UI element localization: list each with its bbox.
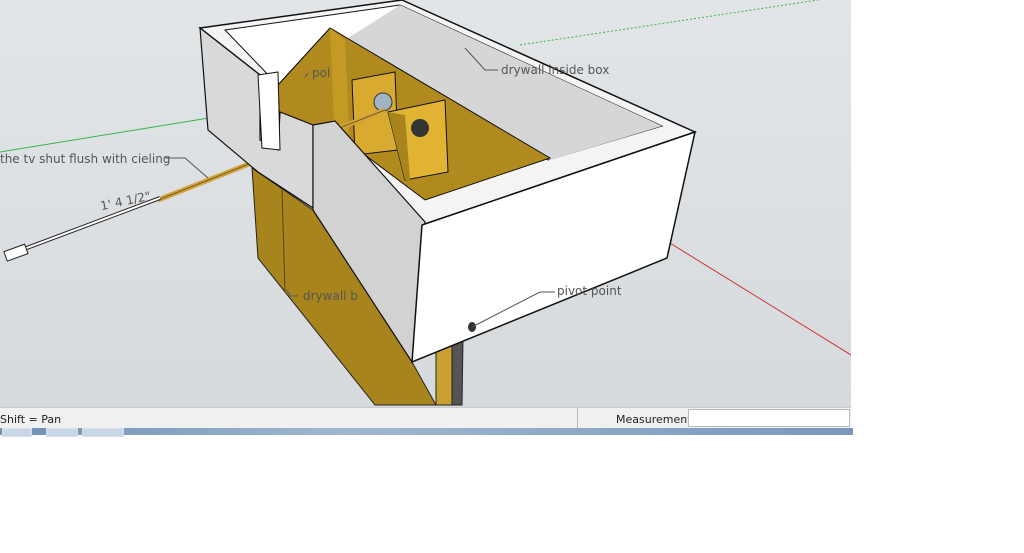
status-bar: Shift = Pan Measurements [0,407,851,429]
label-pol: pol [312,66,331,80]
tv-lift-actuator [3,196,161,262]
label-drywall-inside: drywall inside box [501,63,610,77]
bracket-hole [411,119,429,137]
pivot-post [435,342,453,406]
taskbar-app-icon[interactable] [82,428,124,437]
leader-tv [165,157,209,179]
start-button[interactable] [2,428,32,437]
sketchup-viewport[interactable]: the tv shut flush with cieling 1' 4 1/2"… [0,0,851,407]
taskbar-app-icon[interactable] [46,428,78,437]
green-axis [0,116,216,153]
label-tv-shut: the tv shut flush with cieling [0,152,171,166]
status-hint: Shift = Pan [0,413,62,426]
label-pivot: pivot point [557,284,622,298]
taskbar [0,428,853,437]
pivot-post-shadow [451,337,464,406]
red-axis [664,239,851,356]
measurements-label: Measurements [616,413,698,426]
left-wall-notch [257,71,281,151]
green-axis-dotted [519,0,822,46]
label-drywall-b: drywall b [303,289,358,303]
status-divider [577,408,578,429]
measurements-input[interactable] [688,409,850,427]
